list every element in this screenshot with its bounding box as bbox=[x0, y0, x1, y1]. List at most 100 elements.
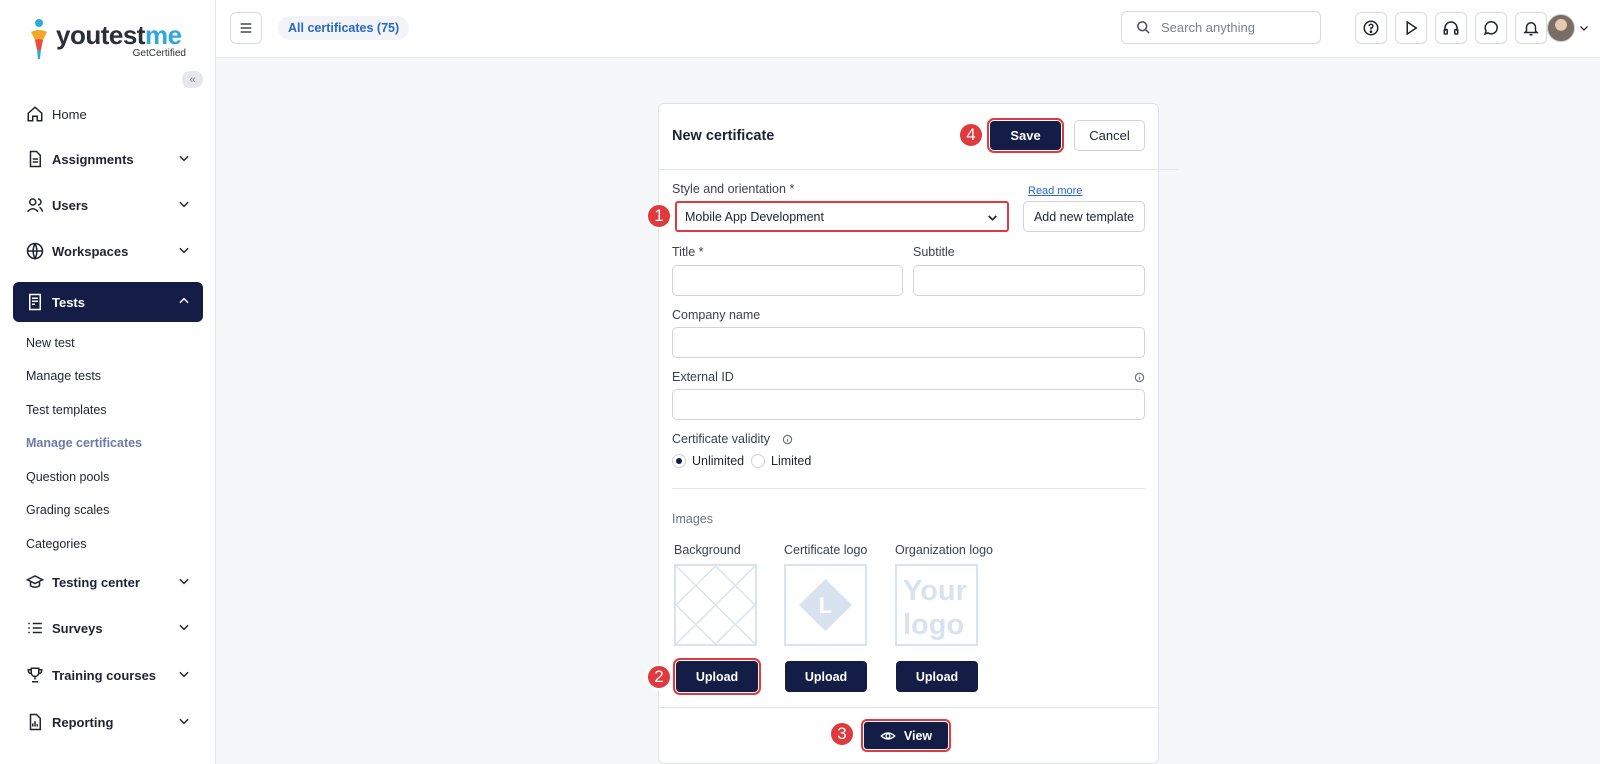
sidebar: youtestme GetCertified « Home Assignment… bbox=[0, 0, 216, 764]
collapse-sidebar-button[interactable]: « bbox=[182, 71, 203, 88]
subtitle-input[interactable] bbox=[913, 265, 1145, 296]
sidebar-subitem-test-templates[interactable]: Test templates bbox=[26, 403, 107, 417]
breadcrumb[interactable]: All certificates (75) bbox=[278, 16, 410, 40]
images-section-label: Images bbox=[672, 512, 713, 526]
your-logo-placeholder: Your logo bbox=[903, 575, 967, 641]
menu-toggle-button[interactable] bbox=[230, 12, 262, 44]
logo-placeholder-icon: L bbox=[799, 579, 852, 631]
hamburger-icon bbox=[240, 23, 252, 33]
validity-radio-limited[interactable]: Limited bbox=[751, 454, 811, 468]
add-new-template-button[interactable]: Add new template bbox=[1023, 201, 1145, 232]
trophy-icon bbox=[27, 667, 43, 683]
organization-logo-preview: Your logo bbox=[895, 564, 978, 646]
sidebar-item-assignments[interactable]: Assignments bbox=[13, 139, 203, 179]
radio-checked-icon bbox=[672, 454, 686, 468]
top-header: All certificates (75) Search anything bbox=[216, 0, 1600, 58]
sidebar-item-reporting[interactable]: Reporting bbox=[13, 702, 203, 742]
info-icon[interactable] bbox=[1134, 372, 1145, 383]
upload-background-button[interactable]: Upload bbox=[673, 658, 761, 695]
test-icon bbox=[29, 293, 41, 311]
section-divider bbox=[672, 488, 1145, 489]
bell-icon bbox=[1523, 22, 1539, 36]
avatar[interactable] bbox=[1547, 14, 1575, 42]
headphones-icon bbox=[1443, 21, 1459, 35]
form-title: New certificate bbox=[672, 128, 775, 144]
style-select[interactable]: Mobile App Development bbox=[675, 201, 1009, 232]
pattern-placeholder-icon bbox=[676, 566, 755, 644]
style-label: Style and orientation * bbox=[672, 182, 795, 196]
chevron-down-icon bbox=[179, 155, 189, 162]
cancel-button[interactable]: Cancel bbox=[1074, 120, 1145, 151]
sidebar-subitem-manage-tests[interactable]: Manage tests bbox=[26, 369, 101, 383]
external-id-label: External ID bbox=[672, 370, 734, 384]
upload-certificate-logo-button[interactable]: Upload bbox=[785, 661, 867, 692]
sidebar-item-workspaces[interactable]: Workspaces bbox=[13, 231, 203, 271]
play-button[interactable] bbox=[1395, 12, 1427, 44]
validity-radio-unlimited[interactable]: Unlimited bbox=[672, 454, 744, 468]
play-icon bbox=[1406, 20, 1418, 36]
certificate-logo-label: Certificate logo bbox=[784, 543, 868, 557]
brand-name: youtestme bbox=[56, 20, 182, 50]
save-button[interactable]: Save bbox=[987, 118, 1064, 153]
users-icon bbox=[26, 198, 44, 213]
chevron-down-icon bbox=[179, 247, 189, 254]
sidebar-item-home[interactable]: Home bbox=[13, 94, 203, 134]
help-button[interactable] bbox=[1355, 12, 1387, 44]
sidebar-item-testing-center[interactable]: Testing center bbox=[13, 562, 203, 602]
chevron-down-icon bbox=[179, 578, 189, 585]
chevron-down-icon bbox=[179, 718, 189, 725]
company-name-input[interactable] bbox=[672, 327, 1145, 358]
subtitle-label: Subtitle bbox=[913, 245, 955, 259]
chat-button[interactable] bbox=[1475, 12, 1507, 44]
help-icon bbox=[1363, 20, 1379, 36]
chevron-down-icon bbox=[179, 624, 189, 631]
read-more-link[interactable]: Read more bbox=[1028, 185, 1082, 197]
search-placeholder: Search anything bbox=[1161, 20, 1255, 35]
search-icon bbox=[1137, 21, 1150, 34]
document-icon bbox=[29, 150, 41, 168]
brand-logo[interactable]: youtestme GetCertified bbox=[28, 18, 198, 62]
svg-text:L: L bbox=[819, 593, 832, 618]
logo-mark-icon bbox=[31, 19, 47, 59]
sidebar-item-users[interactable]: Users bbox=[13, 185, 203, 225]
notifications-button[interactable] bbox=[1515, 12, 1547, 44]
view-button[interactable]: View bbox=[861, 719, 951, 752]
validity-label: Certificate validity bbox=[672, 432, 770, 446]
sidebar-item-training-courses[interactable]: Training courses bbox=[13, 655, 203, 695]
eye-icon bbox=[880, 731, 896, 740]
sidebar-subitem-grading-scales[interactable]: Grading scales bbox=[26, 503, 109, 517]
external-id-input[interactable] bbox=[672, 389, 1145, 420]
graduation-cap-icon bbox=[26, 575, 44, 588]
sidebar-subitem-question-pools[interactable]: Question pools bbox=[26, 470, 109, 484]
certificate-logo-preview: L bbox=[784, 564, 867, 646]
sidebar-item-tests[interactable]: Tests bbox=[13, 282, 203, 322]
info-icon[interactable] bbox=[782, 434, 793, 445]
globe-icon bbox=[26, 242, 44, 260]
sidebar-subitem-categories[interactable]: Categories bbox=[26, 537, 86, 551]
chevron-down-icon[interactable] bbox=[1578, 22, 1590, 34]
callout-badge-3: 3 bbox=[829, 721, 855, 747]
title-label: Title * bbox=[672, 245, 704, 259]
form-header-divider bbox=[659, 169, 1178, 170]
company-label: Company name bbox=[672, 308, 761, 322]
title-input[interactable] bbox=[672, 265, 903, 296]
style-select-value: Mobile App Development bbox=[685, 209, 824, 224]
support-button[interactable] bbox=[1435, 12, 1467, 44]
chevron-down-icon bbox=[988, 215, 997, 221]
new-certificate-form: New certificate 4 Save Cancel Style and … bbox=[646, 103, 1178, 764]
brand-tagline: GetCertified bbox=[132, 48, 186, 59]
sidebar-subitem-new-test[interactable]: New test bbox=[26, 336, 75, 350]
double-chevron-left-icon: « bbox=[189, 73, 196, 86]
sidebar-item-surveys[interactable]: Surveys bbox=[13, 608, 203, 648]
callout-badge-4: 4 bbox=[958, 122, 984, 148]
home-icon bbox=[27, 106, 43, 122]
callout-badge-1: 1 bbox=[646, 203, 672, 229]
search-input[interactable]: Search anything bbox=[1121, 11, 1321, 44]
upload-organization-logo-button[interactable]: Upload bbox=[896, 661, 978, 692]
chevron-up-icon bbox=[179, 297, 189, 304]
callout-badge-2: 2 bbox=[646, 664, 672, 690]
report-icon bbox=[29, 713, 41, 731]
sidebar-subitem-manage-certificates[interactable]: Manage certificates bbox=[26, 436, 142, 450]
chevron-down-icon bbox=[179, 201, 189, 208]
background-preview bbox=[674, 564, 757, 646]
